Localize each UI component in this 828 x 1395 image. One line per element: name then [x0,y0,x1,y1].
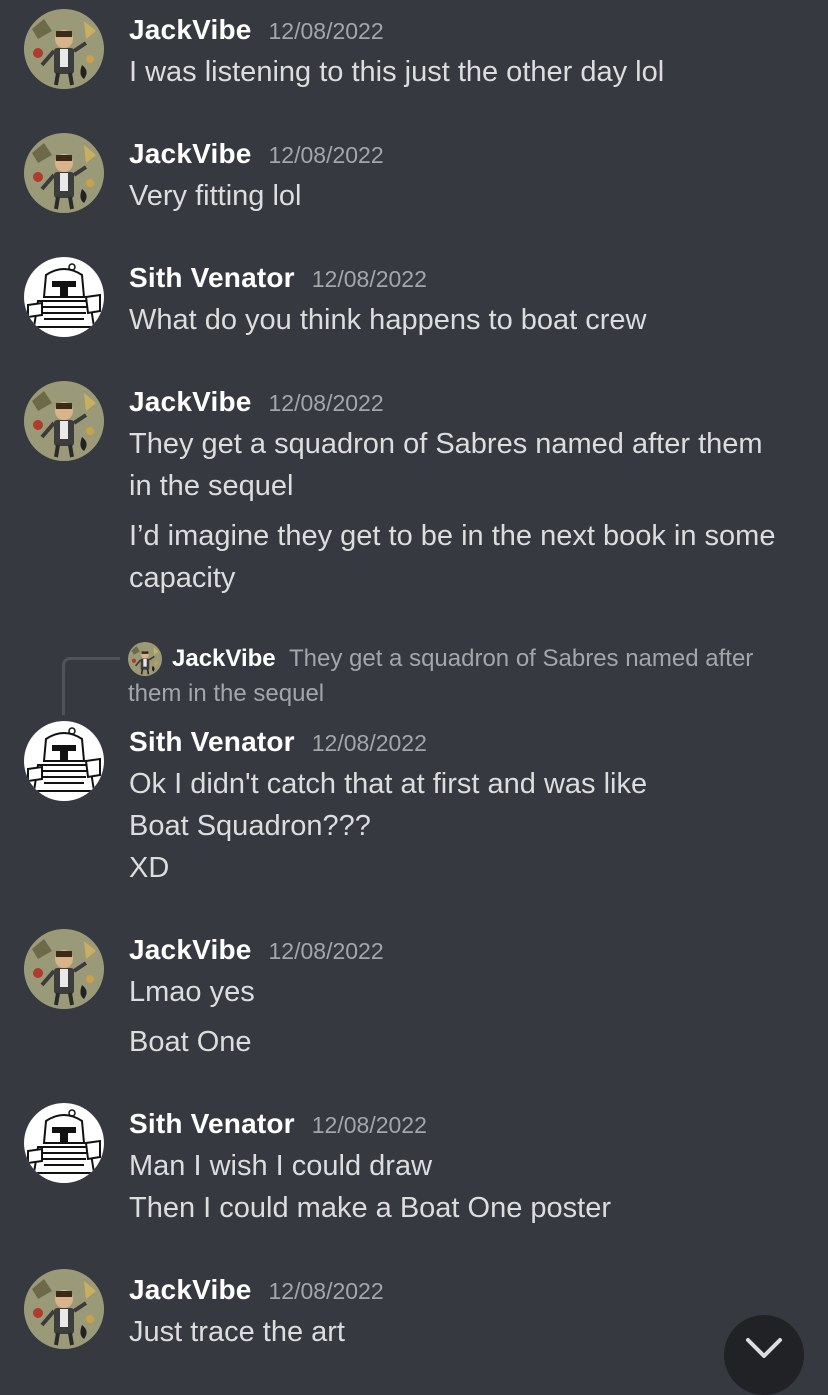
message-header: JackVibe 12/08/2022 [129,386,384,420]
message-header: Sith Venator 12/08/2022 [129,262,427,296]
message-text: Lmao yes [129,976,255,1008]
sith-venator-avatar[interactable] [24,1103,104,1183]
reply-preview[interactable]: They get a squadron of Sabres named afte… [289,642,753,676]
message-text: Just trace the art [129,1316,345,1348]
message-text: What do you think happens to boat crew [129,304,647,336]
timestamp: 12/08/2022 [311,1112,427,1138]
message-text: Boat Squadron??? [129,810,371,842]
message-header: JackVibe 12/08/2022 [129,934,384,968]
message-text: Very fitting lol [129,180,302,212]
username[interactable]: JackVibe [129,138,252,170]
message-text: in the sequel [129,470,294,502]
chevron-down-icon [744,1336,784,1365]
timestamp: 12/08/2022 [311,266,427,292]
reply-avatar[interactable] [128,642,162,676]
sith-venator-avatar[interactable] [24,721,104,801]
jackvibe-avatar[interactable] [24,9,104,89]
reply-preview[interactable]: them in the sequel [128,677,324,711]
message-header: JackVibe 12/08/2022 [129,14,384,48]
timestamp: 12/08/2022 [268,142,384,168]
username[interactable]: Sith Venator [129,1108,295,1140]
jackvibe-avatar[interactable] [24,929,104,1009]
message-text: Man I wish I could draw [129,1150,433,1182]
username[interactable]: JackVibe [129,386,252,418]
timestamp: 12/08/2022 [268,1278,384,1304]
message-header: JackVibe 12/08/2022 [129,1274,384,1308]
timestamp: 12/08/2022 [268,938,384,964]
message-text: XD [129,852,170,884]
reply-author[interactable]: JackVibe [172,642,276,676]
timestamp: 12/08/2022 [268,390,384,416]
message-text: They get a squadron of Sabres named afte… [129,428,763,460]
jackvibe-avatar[interactable] [24,1269,104,1349]
sith-venator-avatar[interactable] [24,257,104,337]
reply-spine [62,657,120,715]
jackvibe-avatar[interactable] [24,381,104,461]
jackvibe-avatar[interactable] [24,133,104,213]
username[interactable]: JackVibe [129,14,252,46]
message-text: Boat One [129,1026,252,1058]
message-text: capacity [129,562,236,594]
message-header: Sith Venator 12/08/2022 [129,1108,427,1142]
message-text: I was listening to this just the other d… [129,56,665,88]
message-text: Then I could make a Boat One poster [129,1192,611,1224]
timestamp: 12/08/2022 [311,730,427,756]
message-header: Sith Venator 12/08/2022 [129,726,427,760]
timestamp: 12/08/2022 [268,18,384,44]
message-text: I’d imagine they get to be in the next b… [129,520,776,552]
username[interactable]: JackVibe [129,934,252,966]
message-header: JackVibe 12/08/2022 [129,138,384,172]
username[interactable]: JackVibe [129,1274,252,1306]
username[interactable]: Sith Venator [129,726,295,758]
username[interactable]: Sith Venator [129,262,295,294]
jump-to-bottom-button[interactable] [724,1315,804,1395]
message-text: Ok I didn't catch that at first and was … [129,768,648,800]
